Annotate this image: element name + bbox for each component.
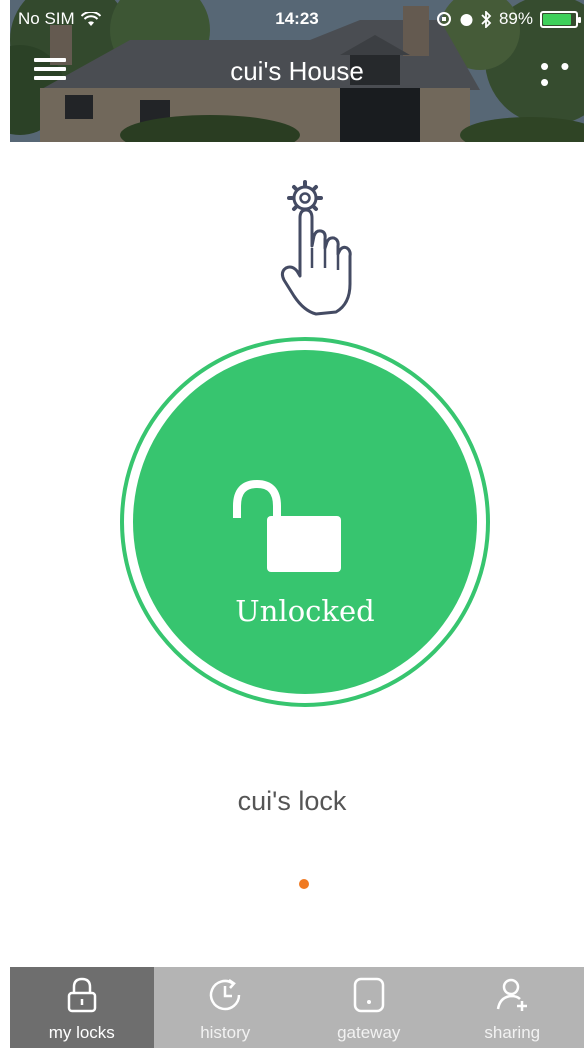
history-clock-icon (210, 978, 241, 1011)
header: No SIM 14:23 89% cui's House • • • (10, 0, 584, 142)
tab-label: gateway (337, 1023, 401, 1042)
unlocked-padlock-icon (233, 479, 341, 572)
settings-gesture-hint[interactable] (270, 176, 370, 321)
battery-percent: 89% (498, 9, 533, 28)
lock-status-label: Unlocked (235, 594, 375, 628)
tab-my-locks[interactable]: my locks (10, 967, 154, 1048)
add-user-icon (497, 978, 528, 1011)
lock-icon (67, 977, 96, 1013)
tab-gateway[interactable]: gateway (297, 967, 441, 1048)
tab-label: my locks (48, 1023, 115, 1042)
lock-name: cui's lock (237, 786, 347, 816)
tab-bar: my locks history gateway sharing (10, 967, 584, 1048)
status-right: 89% (436, 9, 581, 29)
battery-icon (540, 10, 581, 28)
page-indicator-dot (299, 879, 309, 889)
lock-toggle-button[interactable]: Unlocked (133, 350, 477, 694)
tab-label: sharing (484, 1023, 541, 1042)
tab-history[interactable]: history (154, 967, 298, 1048)
nav-bar: cui's House • • • (10, 50, 584, 95)
rotation-lock-icon (436, 12, 451, 26)
status-bar: No SIM 14:23 89% (10, 6, 584, 34)
battery-fill (543, 13, 572, 25)
gateway-icon (353, 977, 384, 1013)
tab-label: history (200, 1023, 251, 1042)
bluetooth-icon (481, 10, 492, 28)
tab-sharing[interactable]: sharing (441, 967, 584, 1048)
alarm-icon (460, 13, 473, 26)
pointing-hand-icon (280, 208, 352, 316)
page-title: cui's House (230, 56, 364, 86)
more-dots-icon[interactable]: • • • (540, 53, 576, 95)
